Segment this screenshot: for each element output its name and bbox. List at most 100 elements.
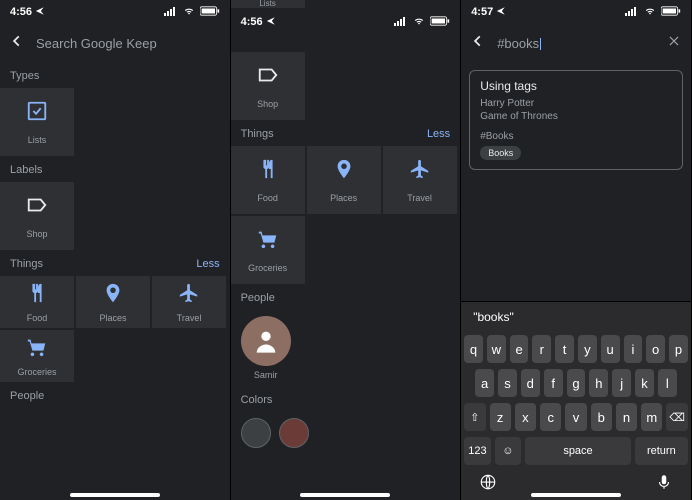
tile-label: Lists (28, 135, 47, 145)
search-input[interactable]: Search Google Keep (36, 36, 220, 51)
key-g[interactable]: g (567, 369, 586, 397)
checkbox-icon (26, 100, 48, 127)
results: Using tags Harry Potter Game of Thrones … (461, 62, 691, 301)
key-space[interactable]: space (525, 437, 631, 465)
mic-icon[interactable] (655, 473, 673, 496)
tile-groceries[interactable]: Groceries (0, 330, 74, 382)
back-icon[interactable] (10, 34, 24, 53)
key-u[interactable]: u (601, 335, 620, 363)
place-icon (102, 282, 124, 309)
search-content: Shop ThingsLess Food Places Travel Groce… (231, 34, 461, 500)
status-bar: 4:56 (0, 0, 230, 24)
screen-search-2: Lists 4:56 Shop ThingsLess Food Places (231, 0, 462, 500)
key-d[interactable]: d (521, 369, 540, 397)
key-backspace[interactable]: ⌫ (666, 403, 687, 431)
search-header: Search Google Keep (0, 24, 230, 62)
search-input[interactable]: #books (497, 36, 655, 51)
key-o[interactable]: o (646, 335, 665, 363)
key-emoji[interactable]: ☺ (495, 437, 521, 465)
key-s[interactable]: s (498, 369, 517, 397)
key-l[interactable]: l (658, 369, 677, 397)
tile-label: Places (99, 313, 126, 323)
section-types: Types (0, 62, 230, 88)
globe-icon[interactable] (479, 473, 497, 496)
signal-icon (164, 6, 178, 19)
tile-label: Food (27, 313, 48, 323)
signal-icon (625, 6, 639, 19)
key-b[interactable]: b (591, 403, 612, 431)
key-m[interactable]: m (641, 403, 662, 431)
color-swatch-red[interactable] (279, 418, 309, 448)
less-link[interactable]: Less (196, 258, 219, 270)
tile-places[interactable]: Places (307, 146, 381, 214)
key-x[interactable]: x (515, 403, 536, 431)
key-return[interactable]: return (635, 437, 688, 465)
key-v[interactable]: v (565, 403, 586, 431)
key-k[interactable]: k (635, 369, 654, 397)
section-people: People (0, 382, 230, 408)
key-n[interactable]: n (616, 403, 637, 431)
tile-food[interactable]: Food (231, 146, 305, 214)
home-indicator[interactable] (531, 493, 621, 497)
signal-icon (394, 16, 408, 29)
tile-food[interactable]: Food (0, 276, 74, 328)
plane-icon (409, 158, 431, 185)
battery-icon (200, 6, 220, 19)
key-y[interactable]: y (578, 335, 597, 363)
screen-search-1: 4:56 Search Google Keep Types Lists Labe… (0, 0, 231, 500)
person-avatar[interactable] (241, 316, 291, 366)
kb-suggestion[interactable]: "books" (461, 302, 691, 332)
section-labels: Labels (0, 156, 230, 182)
back-icon[interactable] (471, 34, 485, 53)
key-p[interactable]: p (669, 335, 688, 363)
note-card[interactable]: Using tags Harry Potter Game of Thrones … (469, 70, 683, 170)
battery-icon (661, 6, 681, 19)
home-indicator[interactable] (70, 493, 160, 497)
section-people: People (231, 284, 461, 310)
screen-search-3: 4:57 #books Using tags Harry Potter Game… (461, 0, 692, 500)
tile-lists-peek[interactable]: Lists (231, 0, 305, 8)
key-t[interactable]: t (555, 335, 574, 363)
color-swatch-dark[interactable] (241, 418, 271, 448)
key-a[interactable]: a (475, 369, 494, 397)
key-q[interactable]: q (464, 335, 483, 363)
tile-lists[interactable]: Lists (0, 88, 74, 156)
label-icon (257, 64, 279, 91)
tile-places[interactable]: Places (76, 276, 150, 328)
key-f[interactable]: f (544, 369, 563, 397)
tile-label: Shop (257, 99, 278, 109)
tile-label: Travel (177, 313, 202, 323)
tile-groceries[interactable]: Groceries (231, 216, 305, 284)
status-bar: 4:56 (231, 10, 461, 34)
home-indicator[interactable] (300, 493, 390, 497)
key-123[interactable]: 123 (464, 437, 490, 465)
tile-shop[interactable]: Shop (231, 52, 305, 120)
key-e[interactable]: e (510, 335, 529, 363)
place-icon (333, 158, 355, 185)
key-z[interactable]: z (490, 403, 511, 431)
key-shift[interactable]: ⇧ (464, 403, 485, 431)
key-w[interactable]: w (487, 335, 506, 363)
tile-travel[interactable]: Travel (152, 276, 226, 328)
key-c[interactable]: c (540, 403, 561, 431)
food-icon (257, 158, 279, 185)
tile-shop[interactable]: Shop (0, 182, 74, 250)
key-i[interactable]: i (624, 335, 643, 363)
less-link[interactable]: Less (427, 128, 450, 140)
cart-icon (257, 228, 279, 255)
key-h[interactable]: h (589, 369, 608, 397)
section-things: ThingsLess (231, 120, 461, 146)
clear-icon[interactable] (667, 34, 681, 53)
tile-label: Food (257, 193, 278, 203)
location-icon (35, 6, 45, 19)
tile-label: Places (330, 193, 357, 203)
section-things: ThingsLess (0, 250, 230, 276)
key-j[interactable]: j (612, 369, 631, 397)
search-header: #books (461, 24, 691, 62)
battery-icon (430, 16, 450, 29)
tile-travel[interactable]: Travel (383, 146, 457, 214)
tile-label: Travel (407, 193, 432, 203)
location-icon (266, 16, 276, 29)
key-r[interactable]: r (532, 335, 551, 363)
label-icon (26, 194, 48, 221)
